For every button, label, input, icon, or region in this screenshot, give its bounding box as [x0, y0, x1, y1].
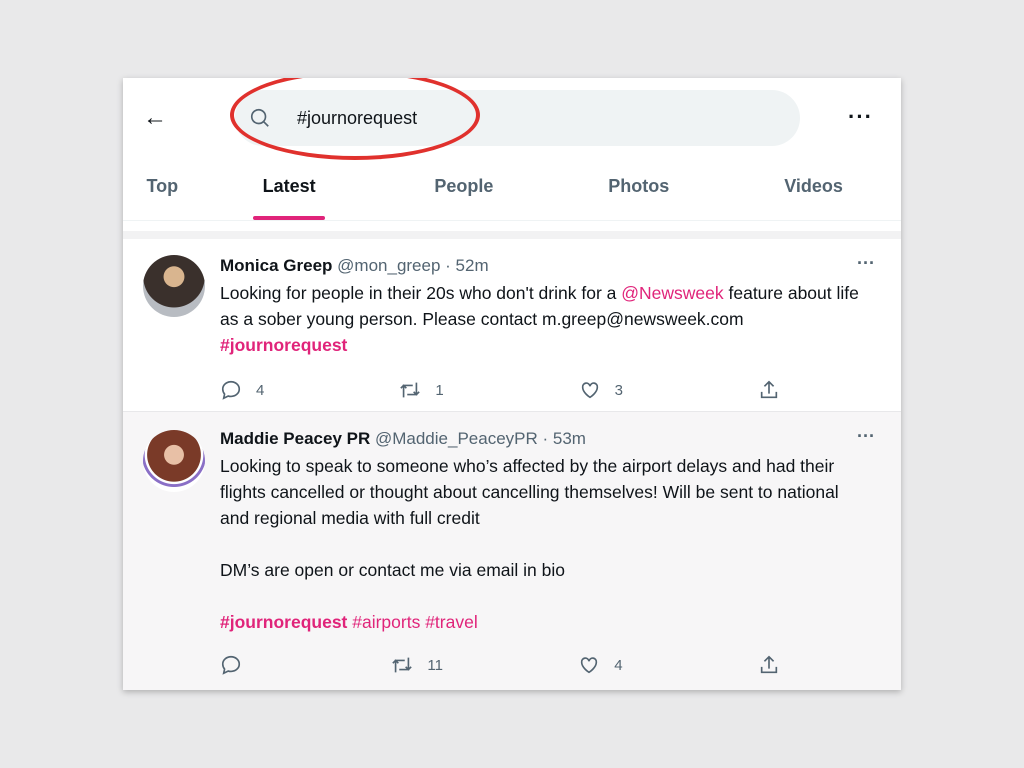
reply-icon	[221, 380, 241, 400]
retweet-icon	[392, 657, 413, 673]
tab-videos[interactable]: Videos	[726, 166, 901, 220]
share-icon	[760, 655, 778, 674]
search-tabs: Top Latest People Photos Videos	[123, 166, 901, 221]
author-name[interactable]: Maddie Peacey PR	[220, 429, 370, 448]
text: Looking for people in their 20s who don'…	[220, 283, 622, 303]
search-icon	[250, 108, 269, 127]
share-button[interactable]	[758, 654, 780, 676]
arrow-left-icon[interactable]: ←	[143, 104, 167, 132]
avatar[interactable]	[143, 255, 205, 317]
reply-button[interactable]: 4	[220, 379, 264, 401]
timestamp[interactable]: · 52m	[445, 256, 488, 275]
search-results-panel: ← ··· Top Latest People Photos Videos Mo…	[123, 78, 901, 690]
tab-people[interactable]: People	[377, 166, 552, 220]
retweet-icon	[400, 382, 421, 398]
tweet[interactable]: Monica Greep @mon_greep · 52m ··· Lookin…	[123, 231, 901, 411]
share-icon	[760, 380, 778, 399]
author-handle[interactable]: @Maddie_PeaceyPR	[375, 429, 538, 448]
retweet-count: 1	[435, 381, 444, 399]
like-count: 3	[614, 381, 623, 399]
avatar[interactable]	[143, 430, 205, 492]
hashtag-link[interactable]: #journorequest	[220, 612, 347, 632]
text: Looking to speak to someone who’s affect…	[220, 456, 839, 528]
reply-icon	[221, 655, 241, 675]
hashtag-link[interactable]: #journorequest	[220, 335, 347, 355]
like-button[interactable]: 4	[578, 654, 623, 676]
like-count: 4	[614, 656, 623, 674]
author-name[interactable]: Monica Greep	[220, 256, 332, 275]
author-handle[interactable]: @mon_greep	[337, 256, 440, 275]
tab-photos[interactable]: Photos	[551, 166, 726, 220]
tab-latest[interactable]: Latest	[202, 166, 377, 220]
tweet[interactable]: Maddie Peacey PR @Maddie_PeaceyPR · 53m …	[123, 411, 901, 690]
tweet-text: Looking to speak to someone who’s affect…	[220, 453, 870, 635]
more-horizontal-icon[interactable]: ···	[857, 253, 875, 274]
timestamp[interactable]: · 53m	[543, 429, 586, 448]
reply-count: 4	[256, 381, 265, 399]
text: DM’s are open or contact me via email in…	[220, 560, 565, 580]
like-button[interactable]: 3	[579, 379, 623, 401]
retweet-button[interactable]: 1	[399, 379, 444, 401]
search-input[interactable]	[297, 107, 697, 129]
heart-icon	[581, 657, 598, 674]
mention-link[interactable]: @Newsweek	[621, 283, 723, 303]
retweet-count: 11	[427, 656, 443, 674]
more-horizontal-icon[interactable]: ···	[857, 426, 875, 447]
reply-button[interactable]	[220, 654, 256, 676]
more-horizontal-icon[interactable]: ···	[848, 104, 873, 130]
tweet-text: Looking for people in their 20s who don'…	[220, 280, 870, 358]
share-button[interactable]	[758, 379, 780, 401]
retweet-button[interactable]: 11	[391, 654, 443, 676]
tab-top[interactable]: Top	[123, 166, 202, 220]
search-bar[interactable]	[235, 90, 800, 146]
heart-icon	[581, 382, 598, 399]
hashtag-links[interactable]: #airports #travel	[347, 612, 477, 632]
